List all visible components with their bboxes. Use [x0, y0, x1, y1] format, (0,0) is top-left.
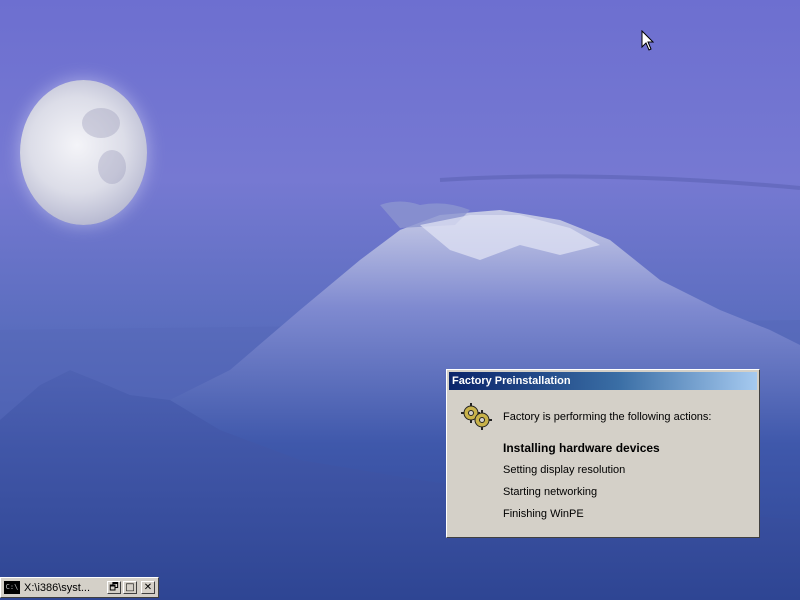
desktop: Factory Preinstallation Factory is perfo…	[0, 0, 800, 600]
step-installing-hardware: Installing hardware devices	[503, 441, 660, 455]
dialog-lead-text: Factory is performing the following acti…	[503, 411, 712, 423]
gears-icon	[461, 403, 492, 430]
factory-preinstallation-dialog: Factory Preinstallation Factory is perfo…	[446, 369, 760, 538]
minimized-command-window[interactable]: C:\ X:\i386\syst... 🗗 □ ✕	[0, 577, 159, 598]
mouse-pointer-icon	[641, 30, 655, 51]
cmd-icon: C:\	[4, 581, 20, 594]
step-starting-networking: Starting networking	[503, 486, 598, 498]
step-setting-display: Setting display resolution	[503, 464, 626, 476]
moon	[20, 80, 147, 225]
close-button[interactable]: ✕	[141, 581, 155, 594]
maximize-button[interactable]: □	[123, 581, 137, 594]
step-finishing-winpe: Finishing WinPE	[503, 508, 584, 520]
restore-button[interactable]: 🗗	[107, 581, 121, 594]
window-title[interactable]: X:\i386\syst...	[24, 581, 102, 595]
dialog-title: Factory Preinstallation	[449, 372, 757, 390]
